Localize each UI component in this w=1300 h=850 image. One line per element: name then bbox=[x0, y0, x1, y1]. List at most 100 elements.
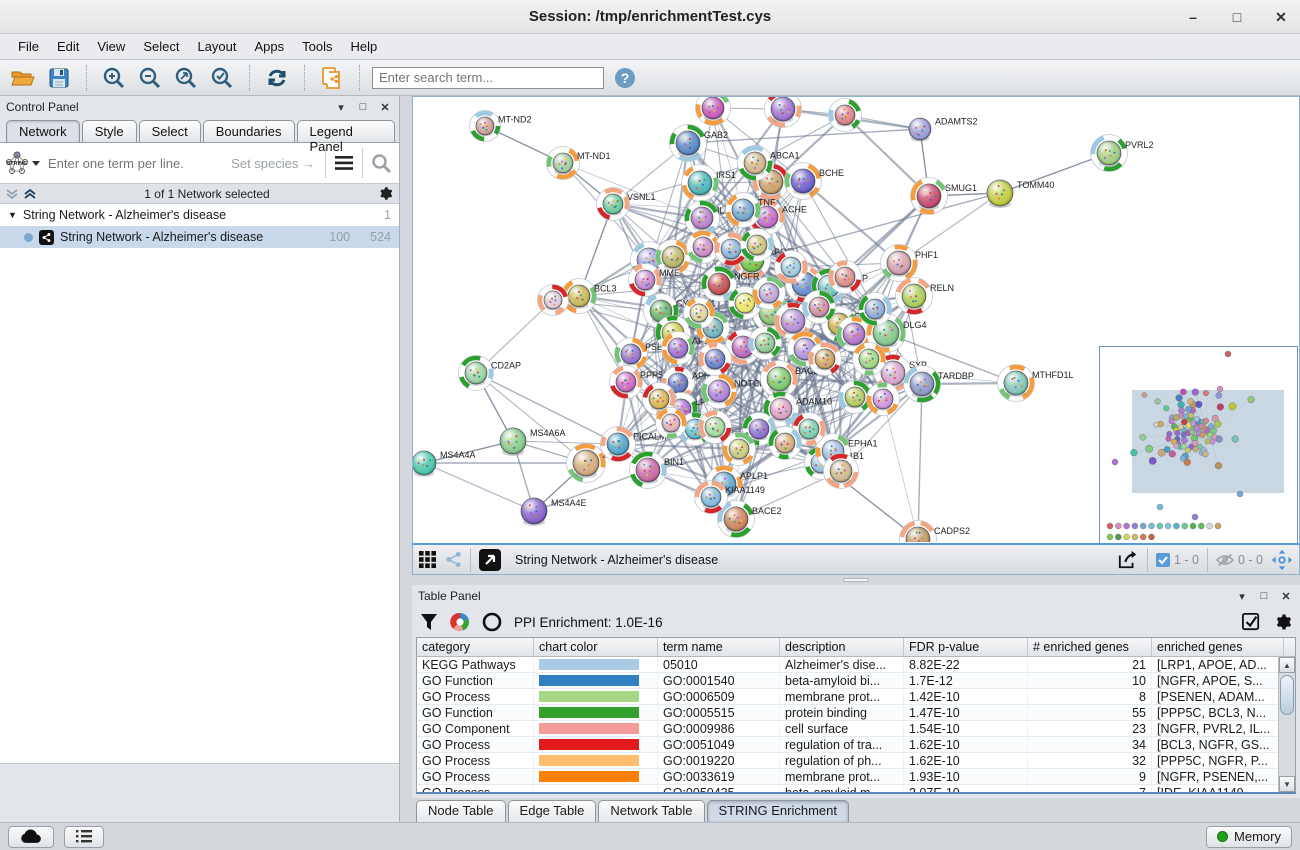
close-button[interactable]: ✕ bbox=[1272, 8, 1290, 26]
collapse-triangle-icon[interactable]: ▼ bbox=[8, 210, 17, 220]
zoom-in-button[interactable] bbox=[99, 64, 129, 92]
birdseye-overview[interactable] bbox=[1099, 346, 1298, 543]
collapse-all-icon[interactable] bbox=[24, 188, 36, 200]
save-session-button[interactable] bbox=[44, 64, 74, 92]
scroll-up-button[interactable]: ▲ bbox=[1279, 657, 1295, 673]
scroll-down-button[interactable]: ▼ bbox=[1279, 776, 1295, 792]
menu-layout[interactable]: Layout bbox=[189, 36, 244, 57]
zoom-fit-button[interactable] bbox=[171, 64, 201, 92]
tab-style[interactable]: Style bbox=[82, 120, 137, 142]
menu-help[interactable]: Help bbox=[343, 36, 386, 57]
cloud-tasks-button[interactable] bbox=[8, 826, 54, 848]
refresh-button[interactable] bbox=[262, 64, 292, 92]
network-node[interactable] bbox=[753, 277, 786, 310]
network-node[interactable] bbox=[859, 293, 892, 326]
table-row[interactable]: GO ProcessGO:0006509membrane prot...1.42… bbox=[417, 689, 1295, 705]
ring-chart-icon[interactable] bbox=[482, 612, 502, 632]
string-query-input[interactable] bbox=[44, 156, 231, 171]
scrollbar-thumb[interactable] bbox=[1280, 675, 1294, 715]
network-node[interactable] bbox=[741, 229, 774, 262]
network-node[interactable] bbox=[699, 343, 732, 376]
table-row[interactable]: GO ProcessGO:0033619membrane prot...1.93… bbox=[417, 769, 1295, 785]
network-node[interactable] bbox=[809, 343, 842, 376]
expand-all-icon[interactable] bbox=[6, 188, 18, 200]
network-node[interactable] bbox=[749, 327, 782, 360]
set-species-hint[interactable]: Set species → bbox=[231, 156, 315, 171]
checkbox-icon[interactable] bbox=[1156, 553, 1170, 567]
vertical-scrollbar[interactable]: ▲ ▼ bbox=[1278, 657, 1295, 792]
network-list-item[interactable]: ▼String Network - Alzheimer's disease1 bbox=[0, 204, 399, 226]
menu-apps[interactable]: Apps bbox=[247, 36, 293, 57]
splitter-grip[interactable] bbox=[843, 578, 869, 582]
network-node[interactable] bbox=[775, 251, 808, 284]
network-from-file-button[interactable] bbox=[317, 64, 347, 92]
network-node-MTHFD1L[interactable]: MTHFD1L bbox=[998, 365, 1074, 402]
network-view[interactable]: MT-ND2MT-ND1VSNL1GAB2IRS1CHATABCA1BCHEAC… bbox=[412, 96, 1300, 543]
select-all-checkbox-icon[interactable] bbox=[1242, 613, 1260, 631]
column-header-FDRp-value[interactable]: FDR p-value bbox=[904, 638, 1028, 656]
table-row[interactable]: GO FunctionGO:0001540beta-amyloid bi...1… bbox=[417, 673, 1295, 689]
share-view-icon[interactable] bbox=[445, 551, 462, 568]
tab-boundaries[interactable]: Boundaries bbox=[203, 120, 295, 142]
panel-float-icon[interactable]: □ bbox=[355, 101, 371, 113]
network-node[interactable] bbox=[538, 285, 569, 316]
maximize-button[interactable]: □ bbox=[1228, 8, 1246, 26]
network-node[interactable] bbox=[853, 343, 886, 376]
help-button[interactable]: ? bbox=[610, 64, 640, 92]
column-header-enrichedgenes[interactable]: # enriched genes bbox=[1028, 638, 1152, 656]
column-header-enrichedgenes[interactable]: enriched genes bbox=[1152, 638, 1284, 656]
export-network-icon[interactable] bbox=[1117, 550, 1139, 570]
settings-gear-icon[interactable] bbox=[1274, 613, 1292, 631]
network-node-PHF1[interactable]: PHF1 bbox=[881, 245, 939, 282]
string-protein-query-button[interactable]: STRING bbox=[0, 150, 44, 176]
network-node[interactable] bbox=[824, 454, 859, 489]
panel-close-icon[interactable]: ✕ bbox=[377, 101, 393, 114]
zoom-out-button[interactable] bbox=[135, 64, 165, 92]
memory-button[interactable]: Memory bbox=[1206, 826, 1292, 848]
menu-select[interactable]: Select bbox=[135, 36, 187, 57]
tab-legend-panel[interactable]: Legend Panel bbox=[297, 120, 395, 142]
gear-icon[interactable] bbox=[378, 186, 393, 201]
table-row[interactable]: GO FunctionGO:0005515protein binding1.47… bbox=[417, 705, 1295, 721]
search-input[interactable] bbox=[372, 67, 604, 89]
horizontal-splitter[interactable] bbox=[412, 575, 1300, 585]
network-node[interactable] bbox=[867, 383, 900, 416]
nodes[interactable]: MT-ND2MT-ND1VSNL1GAB2IRS1CHATABCA1BCHEAC… bbox=[413, 97, 1154, 542]
network-node[interactable] bbox=[765, 97, 802, 128]
column-header-description[interactable]: description bbox=[780, 638, 904, 656]
network-node[interactable] bbox=[803, 291, 836, 324]
table-row[interactable]: KEGG Pathways05010Alzheimer's dise...8.8… bbox=[417, 657, 1295, 673]
detach-view-button[interactable] bbox=[479, 549, 501, 571]
network-node[interactable] bbox=[829, 261, 862, 294]
panel-close-icon[interactable]: ✕ bbox=[1278, 590, 1294, 603]
network-node[interactable] bbox=[699, 411, 732, 444]
column-header-category[interactable]: category bbox=[417, 638, 534, 656]
network-node-MS4A4E[interactable]: MS4A4E bbox=[521, 498, 587, 526]
table-row[interactable]: GO ProcessGO:0051049regulation of tra...… bbox=[417, 737, 1295, 753]
zoom-selected-button[interactable] bbox=[207, 64, 237, 92]
network-node-MT-ND1[interactable]: MT-ND1 bbox=[547, 147, 611, 180]
network-node[interactable] bbox=[829, 99, 862, 132]
panel-menu-icon[interactable]: ▾ bbox=[333, 101, 349, 114]
chart-color-donut-icon[interactable] bbox=[450, 612, 470, 632]
table-row[interactable]: GO ProcessGO:0019220regulation of ph...1… bbox=[417, 753, 1295, 769]
network-node[interactable] bbox=[769, 427, 802, 460]
network-node[interactable] bbox=[656, 408, 687, 439]
column-header-chartcolor[interactable]: chart color bbox=[534, 638, 658, 656]
panel-float-icon[interactable]: □ bbox=[1256, 590, 1272, 602]
tab-network-table[interactable]: Network Table bbox=[598, 800, 704, 822]
network-node[interactable] bbox=[696, 97, 731, 126]
panel-menu-icon[interactable]: ▾ bbox=[1234, 590, 1250, 603]
tab-string-enrichment[interactable]: STRING Enrichment bbox=[707, 800, 849, 822]
network-node-SMUG1[interactable]: SMUG1 bbox=[911, 178, 978, 215]
table-row[interactable]: GO ProcessGO:0050435beta-amyloid m...2.0… bbox=[417, 785, 1295, 794]
string-search-button[interactable] bbox=[363, 143, 399, 183]
network-node-MT-ND2[interactable]: MT-ND2 bbox=[470, 111, 532, 142]
filter-icon[interactable] bbox=[420, 613, 438, 631]
column-header-termname[interactable]: term name bbox=[658, 638, 780, 656]
network-node-BCHE[interactable]: BCHE bbox=[785, 163, 845, 200]
network-node-TOMM40[interactable]: TOMM40 bbox=[987, 180, 1054, 208]
network-node-CADPS2[interactable]: CADPS2 bbox=[900, 521, 971, 543]
open-session-button[interactable] bbox=[8, 64, 38, 92]
network-list-item[interactable]: String Network - Alzheimer's disease1005… bbox=[0, 226, 399, 248]
